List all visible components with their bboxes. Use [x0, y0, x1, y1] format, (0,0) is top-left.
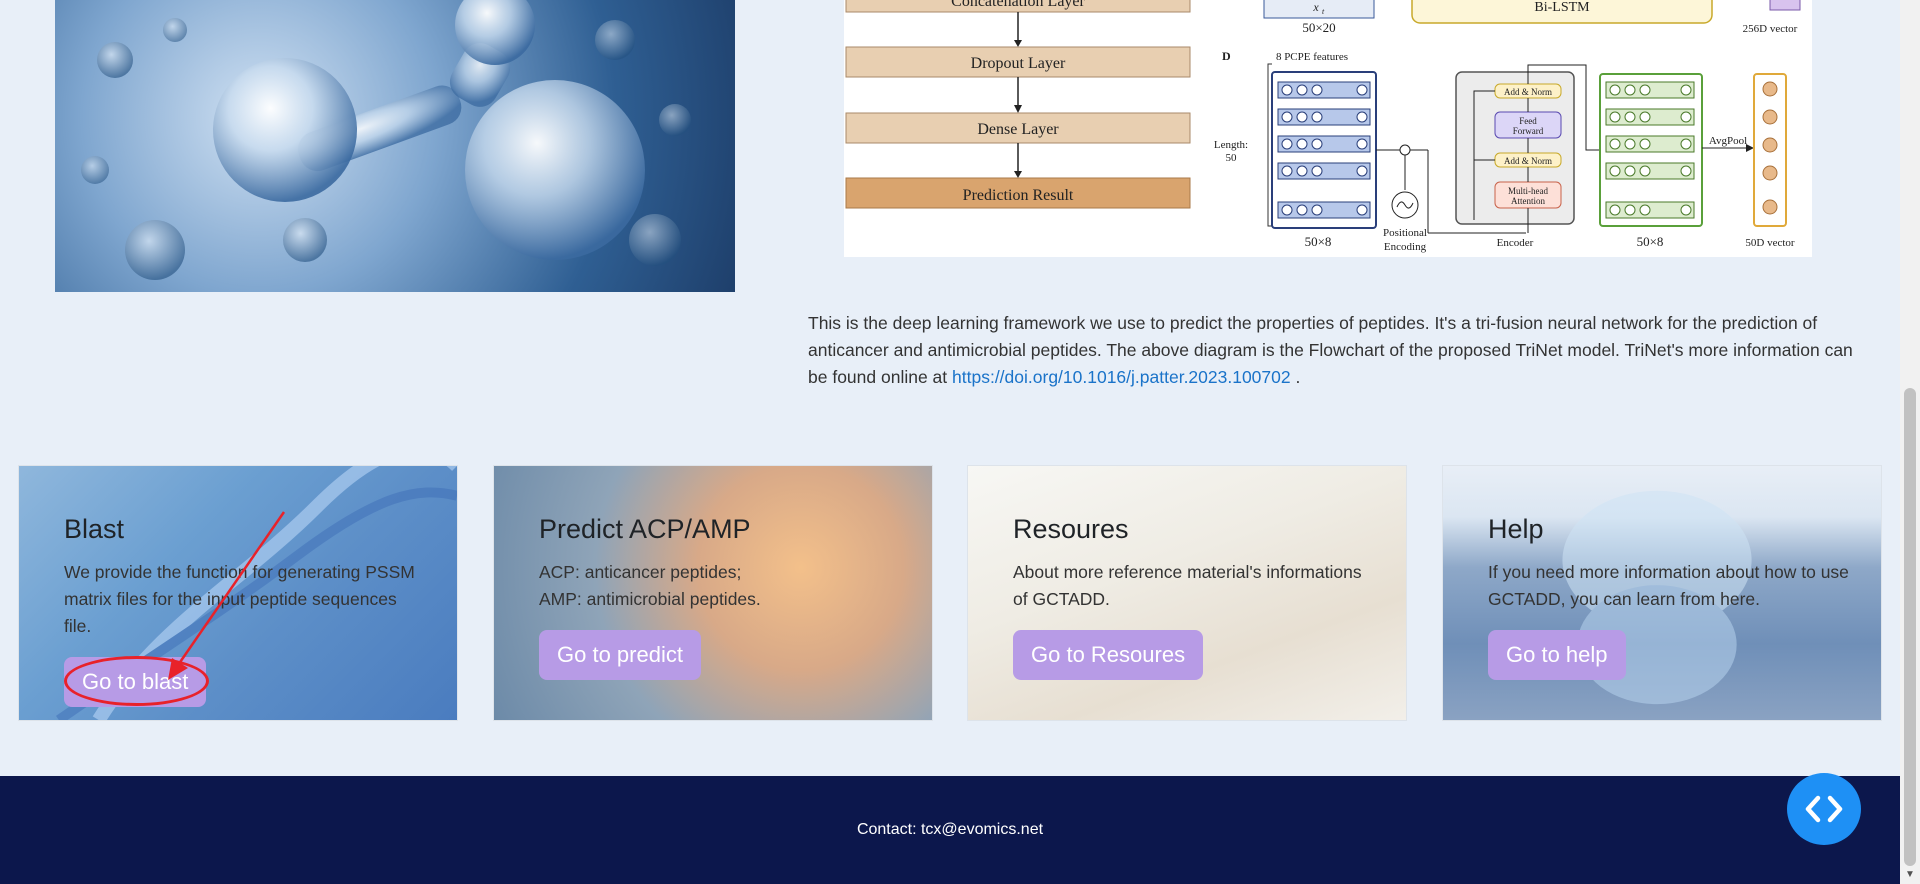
svg-text:Add & Norm: Add & Norm	[1504, 156, 1552, 166]
help-card-content: Help If you need more information about …	[1488, 514, 1851, 613]
page-scrollbar[interactable]: ▼	[1900, 0, 1920, 884]
go-to-resoures-button[interactable]: Go to Resoures	[1013, 630, 1204, 680]
predict-card-title: Predict ACP/AMP	[539, 514, 751, 544]
predict-card-line2: AMP: antimicrobial peptides.	[539, 589, 761, 609]
predict-card-line1: ACP: anticancer peptides;	[539, 562, 742, 582]
svg-text:50: 50	[1226, 152, 1238, 164]
svg-text:AvgPool: AvgPool	[1709, 135, 1747, 147]
trinet-flowchart-diagram: Concatenation Layer Dropout Layer Dense …	[844, 0, 1812, 257]
svg-text:Feed: Feed	[1519, 116, 1537, 126]
help-card: Help If you need more information about …	[1442, 465, 1882, 721]
svg-text:50×8: 50×8	[1305, 234, 1332, 249]
resoures-card: Resoures About more reference material's…	[967, 465, 1407, 721]
svg-text:50×20: 50×20	[1302, 20, 1335, 35]
svg-text:Forward: Forward	[1513, 126, 1544, 136]
svg-text:Add & Norm: Add & Norm	[1504, 87, 1552, 97]
framework-description: This is the deep learning framework we u…	[808, 313, 1853, 387]
dropout-layer-label: Dropout Layer	[971, 55, 1066, 72]
svg-text:Encoding: Encoding	[1384, 241, 1427, 253]
svg-text:8 PCPE features: 8 PCPE features	[1276, 51, 1348, 63]
go-to-blast-button[interactable]: Go to blast	[64, 657, 207, 707]
help-card-title: Help	[1488, 514, 1544, 544]
blast-card-text: We provide the function for generating P…	[64, 562, 415, 636]
svg-text:D: D	[1222, 49, 1231, 63]
go-to-predict-button[interactable]: Go to predict	[539, 630, 701, 680]
help-card-text: If you need more information about how t…	[1488, 562, 1849, 609]
blast-card-content: Blast We provide the function for genera…	[64, 514, 427, 640]
scroll-down-arrow-icon[interactable]: ▼	[1905, 869, 1915, 880]
svg-text:Attention: Attention	[1511, 196, 1545, 206]
predict-card-content: Predict ACP/AMP ACP: anticancer peptides…	[539, 514, 902, 613]
blast-card: Blast We provide the function for genera…	[18, 465, 458, 721]
svg-text:50D vector: 50D vector	[1745, 237, 1795, 249]
svg-text:Encoder: Encoder	[1497, 237, 1534, 249]
scrollbar-thumb[interactable]	[1904, 388, 1916, 866]
molecule-image	[55, 0, 735, 292]
resoures-card-title: Resoures	[1013, 514, 1129, 544]
concatenation-layer-label: Concatenation Layer	[951, 0, 1085, 10]
svg-text:Multi-head: Multi-head	[1508, 186, 1548, 196]
svg-text:Positional: Positional	[1383, 227, 1427, 239]
svg-text:50×8: 50×8	[1637, 234, 1664, 249]
predict-card: Predict ACP/AMP ACP: anticancer peptides…	[493, 465, 933, 721]
doi-link[interactable]: https://doi.org/10.1016/j.patter.2023.10…	[952, 367, 1291, 387]
blast-card-title: Blast	[64, 514, 125, 544]
resoures-card-content: Resoures About more reference material's…	[1013, 514, 1376, 613]
svg-text:x: x	[1312, 0, 1319, 14]
svg-text:Bi-LSTM: Bi-LSTM	[1534, 0, 1590, 15]
svg-text:256D vector: 256D vector	[1743, 23, 1798, 35]
svg-text:Length:: Length:	[1214, 139, 1248, 151]
go-to-help-button[interactable]: Go to help	[1488, 630, 1626, 680]
dense-layer-label: Dense Layer	[977, 121, 1059, 138]
resoures-card-text: About more reference material's informat…	[1013, 562, 1362, 609]
chevrons-icon	[1805, 795, 1843, 823]
prediction-result-label: Prediction Result	[963, 187, 1074, 204]
code-brackets-icon[interactable]	[1787, 773, 1861, 845]
footer: Contact: tcx@evomics.net	[0, 776, 1900, 884]
contact-text: Contact: tcx@evomics.net	[856, 821, 1044, 838]
